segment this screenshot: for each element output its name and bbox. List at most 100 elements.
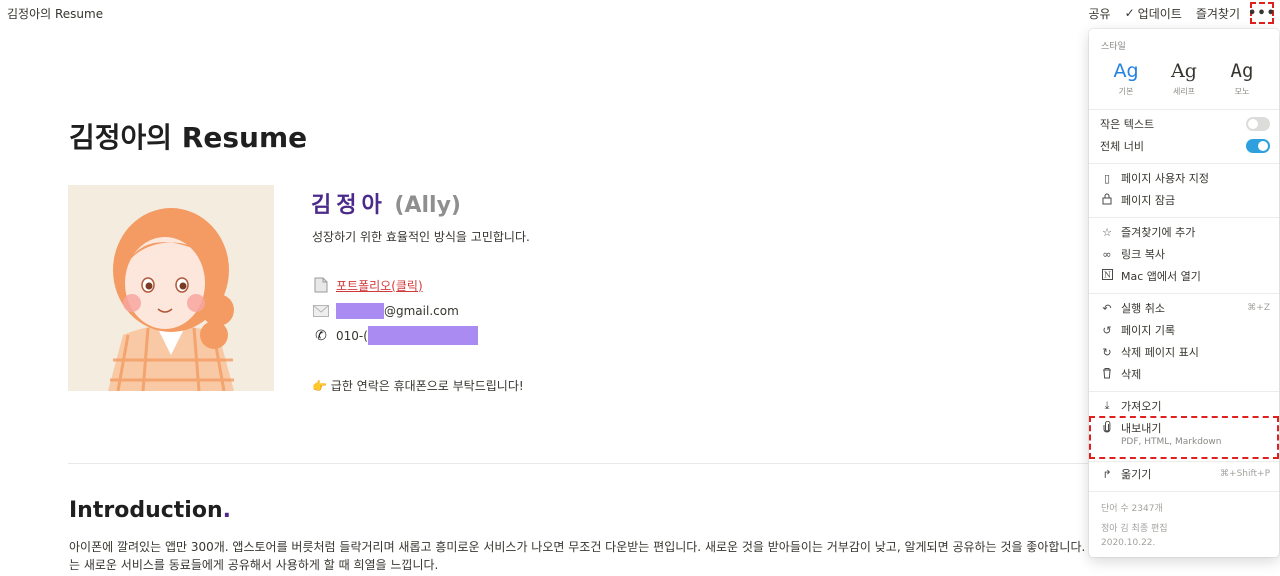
menu-item-open-mac-app[interactable]: N Mac 앱에서 열기 xyxy=(1100,266,1270,286)
move-arrow-icon: ↱ xyxy=(1102,467,1112,481)
introduction-heading: Introduction. xyxy=(69,498,231,523)
menu-item-customize-page[interactable]: ▯ 페이지 사용자 지정 xyxy=(1100,168,1270,188)
menu-item-delete[interactable]: 삭제 xyxy=(1100,364,1270,384)
page-history-label: 페이지 기록 xyxy=(1121,324,1176,337)
divider xyxy=(68,463,1088,464)
introduction-heading-text: Introduction xyxy=(69,498,223,523)
style-mono-caption: 모노 xyxy=(1234,87,1250,96)
export-label: 내보내기 xyxy=(1121,422,1162,435)
small-text-label: 작은 텍스트 xyxy=(1100,118,1155,131)
document-icon xyxy=(312,276,330,294)
delete-label: 삭제 xyxy=(1121,368,1142,381)
page-options-menu: 스타일 Ag 기본 Ag 세리프 Ag 모노 작은 텍스트 전체 너비 ▯ 페이… xyxy=(1089,29,1279,557)
open-mac-label: Mac 앱에서 열기 xyxy=(1121,270,1201,283)
menu-item-import[interactable]: ⤓ 가져오기 xyxy=(1100,396,1270,416)
name-korean: 김정아 xyxy=(311,193,387,218)
export-formats: PDF, HTML, Markdown xyxy=(1121,437,1222,447)
copy-link-label: 링크 복사 xyxy=(1121,248,1165,261)
updates-label: 업데이트 xyxy=(1137,6,1182,21)
menu-item-page-history[interactable]: ↺ 페이지 기록 xyxy=(1100,320,1270,340)
style-serif-caption: 세리프 xyxy=(1172,87,1196,96)
profile-illustration xyxy=(68,185,274,391)
restore-icon: ↻ xyxy=(1102,345,1112,359)
page-icon: ▯ xyxy=(1103,171,1111,185)
style-default-caption: 기본 xyxy=(1118,87,1134,96)
intro-line-1: 아이폰에 깔려있는 앱만 300개. 앱스토어를 버릇처럼 들락거리며 새롭고 … xyxy=(69,540,1109,554)
undo-shortcut: ⌘+Z xyxy=(1247,303,1270,313)
contact-note-text: 급한 연락은 휴대폰으로 부탁드립니다! xyxy=(330,379,524,393)
menu-divider xyxy=(1089,391,1279,392)
introduction-dot: . xyxy=(222,498,231,523)
email-suffix: @gmail.com xyxy=(384,304,459,318)
menu-item-export[interactable]: 내보내기 xyxy=(1100,418,1270,438)
style-default[interactable]: Ag 기본 xyxy=(1100,59,1152,97)
menu-item-undo[interactable]: ↶ 실행 취소 ⌘+Z xyxy=(1100,298,1270,318)
menu-item-show-deleted[interactable]: ↻ 삭제 페이지 표시 xyxy=(1100,342,1270,362)
lock-icon xyxy=(1100,193,1114,208)
phone-row: ✆ 010-( xyxy=(312,326,478,345)
top-actions: 공유 ✓ 업데이트 즐겨찾기 ••• xyxy=(1075,0,1275,26)
top-bar: 김정아의 Resume 공유 ✓ 업데이트 즐겨찾기 ••• xyxy=(0,0,1280,26)
style-serif[interactable]: Ag 세리프 xyxy=(1158,59,1210,97)
full-width-label: 전체 너비 xyxy=(1100,140,1144,153)
last-edited-date: 2020.10.22. xyxy=(1101,538,1156,548)
pointing-hand-icon: 👉 xyxy=(312,379,327,393)
contact-note: 👉 급한 연락은 휴대폰으로 부탁드립니다! xyxy=(312,377,524,394)
check-icon: ✓ xyxy=(1124,6,1135,20)
small-text-toggle[interactable] xyxy=(1246,117,1270,131)
style-default-glyph: Ag xyxy=(1113,60,1139,82)
more-options-button[interactable]: ••• xyxy=(1248,2,1275,24)
menu-divider xyxy=(1089,293,1279,294)
import-label: 가져오기 xyxy=(1121,400,1162,413)
trash-icon xyxy=(1100,367,1114,382)
menu-divider xyxy=(1089,163,1279,164)
style-mono-glyph: Ag xyxy=(1230,60,1254,82)
show-deleted-label: 삭제 페이지 표시 xyxy=(1121,346,1199,359)
add-favorite-label: 즐겨찾기에 추가 xyxy=(1121,226,1196,239)
avatar-drawing xyxy=(108,208,234,391)
undo-label: 실행 취소 xyxy=(1121,302,1165,315)
profile-name: 김정아 (Ally) xyxy=(311,187,461,219)
menu-item-lock-page[interactable]: 페이지 잠금 xyxy=(1100,190,1270,210)
introduction-paragraph: 아이폰에 깔려있는 앱만 300개. 앱스토어를 버릇처럼 들락거리며 새롭고 … xyxy=(69,538,1109,574)
menu-divider xyxy=(1089,491,1279,492)
download-icon: ⤓ xyxy=(1104,399,1110,412)
undo-icon: ↶ xyxy=(1102,301,1112,315)
menu-divider xyxy=(1089,461,1279,462)
lock-page-label: 페이지 잠금 xyxy=(1121,194,1176,207)
style-section-label: 스타일 xyxy=(1101,42,1126,52)
breadcrumb[interactable]: 김정아의 Resume xyxy=(7,5,103,22)
name-english: (Ally) xyxy=(394,193,461,218)
favorite-button[interactable]: 즐겨찾기 xyxy=(1196,5,1240,22)
style-serif-glyph: Ag xyxy=(1171,60,1197,82)
menu-divider xyxy=(1089,217,1279,218)
move-label: 옮기기 xyxy=(1121,468,1152,481)
intro-line-2: 는 새로운 서비스를 동료들에게 공유해서 사용하게 할 때 희열을 느낍니다. xyxy=(69,558,439,572)
full-width-option[interactable]: 전체 너비 xyxy=(1100,136,1270,156)
full-width-toggle[interactable] xyxy=(1246,139,1270,153)
updates-button[interactable]: ✓ 업데이트 xyxy=(1125,5,1182,22)
menu-item-add-favorite[interactable]: ☆ 즐겨찾기에 추가 xyxy=(1100,222,1270,242)
notion-app-icon: N xyxy=(1100,269,1114,283)
word-count: 단어 수 2347개 xyxy=(1101,504,1163,514)
paperclip-icon xyxy=(1100,420,1114,436)
email-redaction xyxy=(336,303,384,319)
page-title: 김정아의 Resume xyxy=(69,121,308,154)
small-text-option[interactable]: 작은 텍스트 xyxy=(1100,114,1270,134)
last-edited-by: 정아 김 최종 편집 xyxy=(1101,524,1168,534)
move-shortcut: ⌘+Shift+P xyxy=(1220,469,1270,479)
portfolio-row: 포트폴리오(클릭) xyxy=(312,276,423,294)
email-row: @gmail.com xyxy=(312,302,459,320)
phone-redaction xyxy=(367,326,478,345)
menu-item-copy-link[interactable]: ∞ 링크 복사 xyxy=(1100,244,1270,264)
share-button[interactable]: 공유 xyxy=(1089,5,1111,22)
link-icon: ∞ xyxy=(1102,247,1112,261)
portfolio-link[interactable]: 포트폴리오(클릭) xyxy=(336,277,423,294)
phone-prefix: 010-( xyxy=(336,328,368,343)
star-icon: ☆ xyxy=(1102,225,1112,239)
menu-item-move[interactable]: ↱ 옮기기 ⌘+Shift+P xyxy=(1100,464,1270,484)
menu-divider xyxy=(1089,109,1279,110)
style-mono[interactable]: Ag 모노 xyxy=(1216,59,1268,97)
phone-icon: ✆ xyxy=(315,327,327,344)
history-icon: ↺ xyxy=(1102,323,1112,337)
